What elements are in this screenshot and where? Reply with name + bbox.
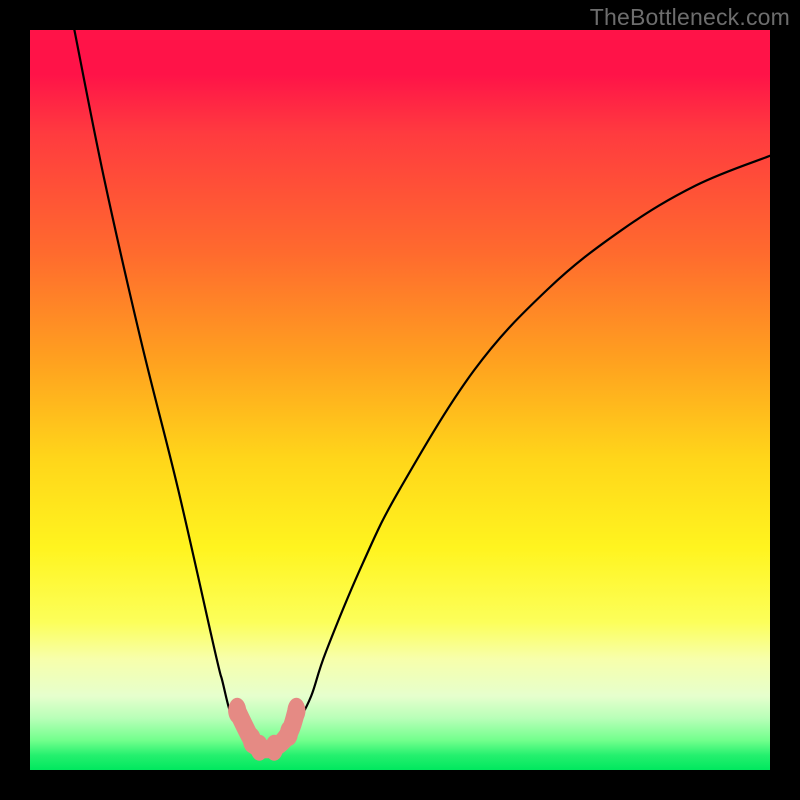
trough-marker (265, 735, 283, 761)
watermark-text: TheBottleneck.com (590, 4, 790, 31)
chart-frame: TheBottleneck.com (0, 0, 800, 800)
plot-area (30, 30, 770, 770)
trough-markers-group (30, 30, 770, 770)
trough-marker (228, 698, 246, 724)
trough-marker (280, 720, 298, 746)
trough-marker (287, 698, 305, 724)
